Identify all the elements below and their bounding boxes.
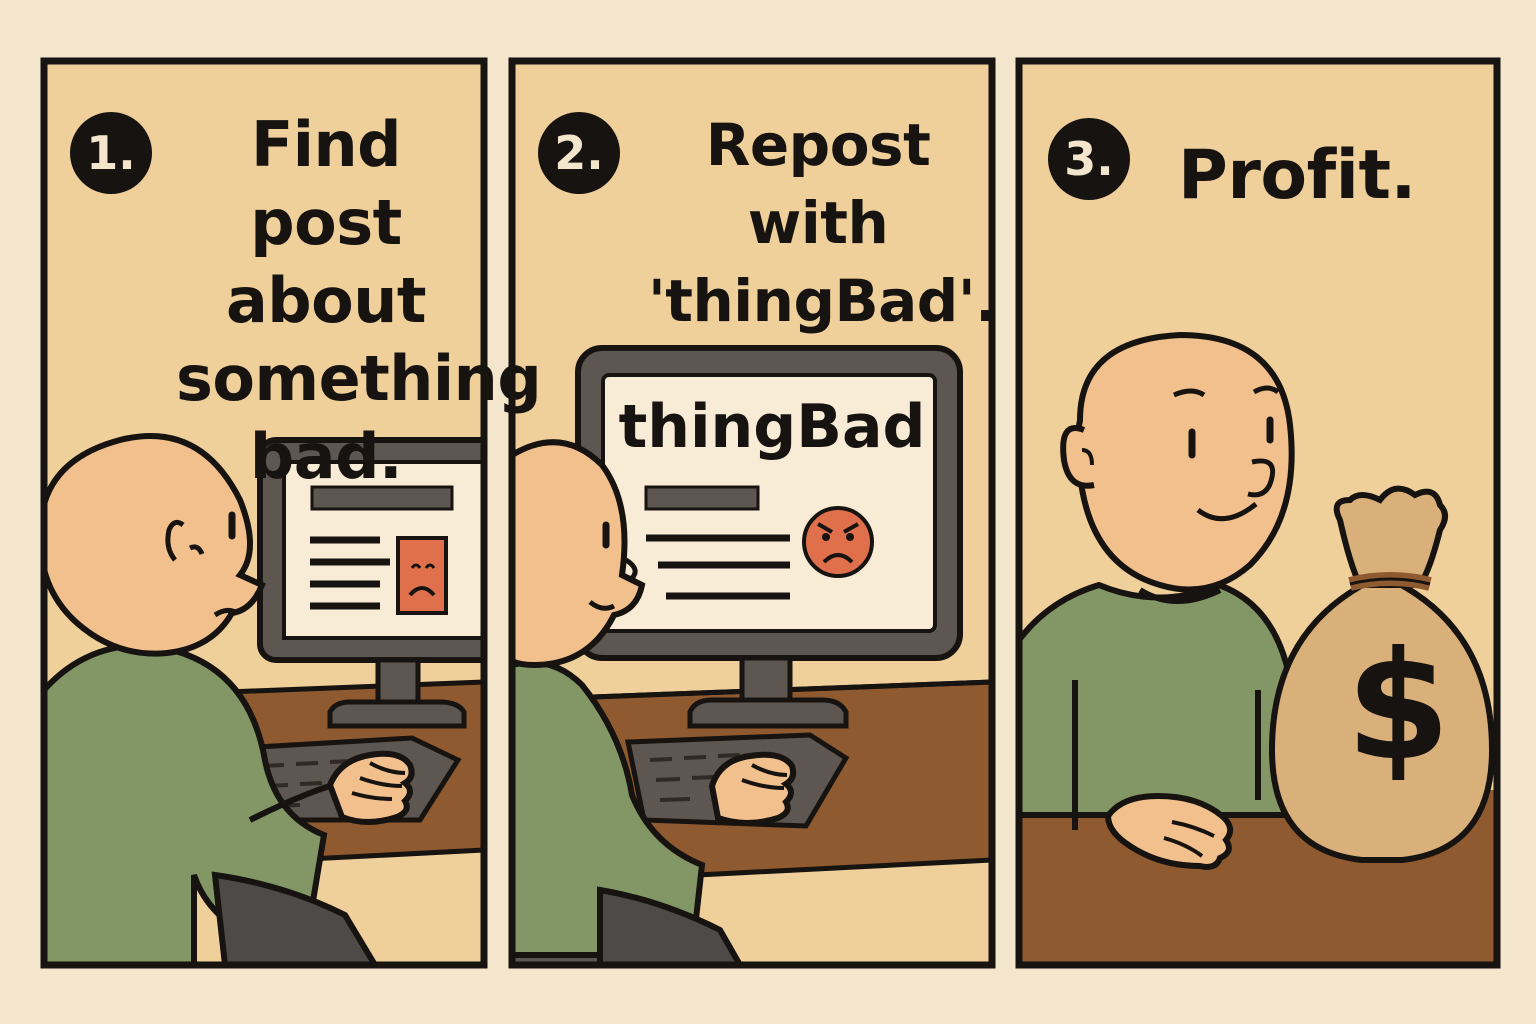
caption-line: about — [225, 264, 427, 337]
panel-3-caption: Profit. — [1178, 136, 1416, 216]
step-number-1: 1. — [70, 112, 152, 194]
screen-headline: thingBad — [618, 392, 926, 462]
step-number-2: 2. — [538, 112, 620, 194]
sad-face-icon — [396, 536, 448, 615]
person-body — [1019, 581, 1292, 818]
angry-face-icon — [802, 506, 874, 578]
caption-line: 'thingBad'. — [648, 267, 997, 335]
caption-line: something — [176, 342, 542, 415]
panel-2-caption: Repost with 'thingBad'. — [648, 106, 997, 340]
caption-line: Profit. — [1178, 136, 1416, 215]
caption-line: bad. — [249, 420, 403, 493]
comic-strip: 1. Find post about something bad. 2. Rep… — [0, 0, 1536, 1024]
panel-1-caption: Find post about something bad. — [176, 106, 542, 496]
caption-line: Repost with — [705, 111, 931, 257]
dollar-sign: $ — [1346, 620, 1451, 794]
caption-line: Find post — [250, 108, 402, 259]
step-number-3: 3. — [1048, 118, 1130, 200]
